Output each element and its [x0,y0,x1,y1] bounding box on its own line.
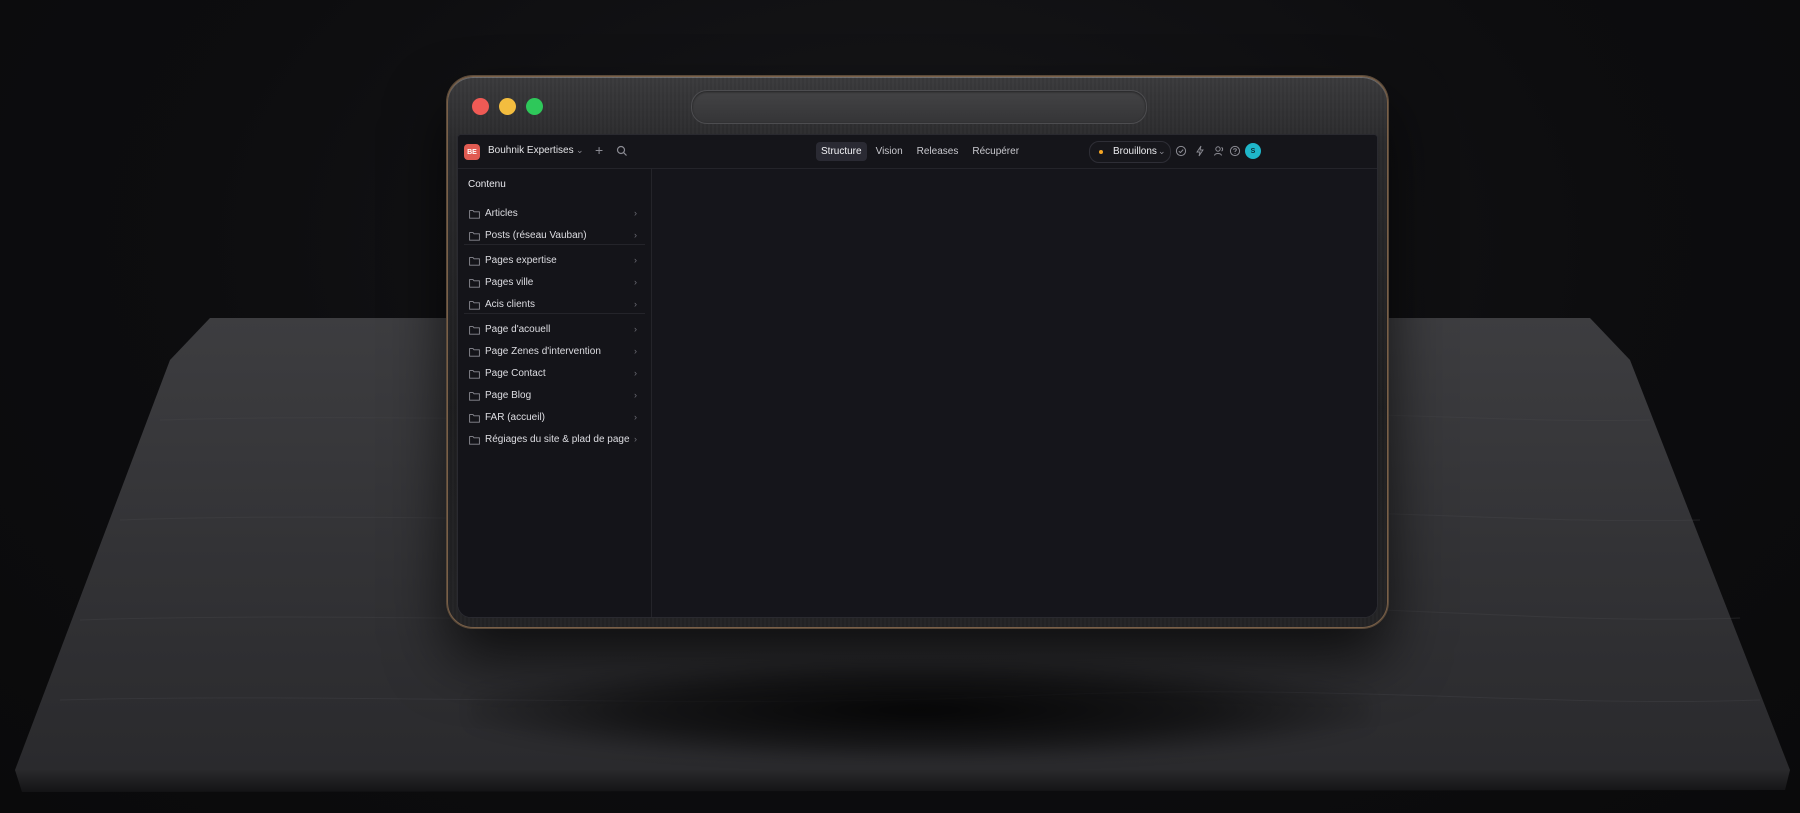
sidebar-item-label: Régiages du site & plad de page [485,434,630,445]
chevron-right-icon: › [634,208,637,218]
tab-structure[interactable]: Structure [816,142,867,161]
top-navigation: BE Bouhnik Expertises ⌄ + Structure Visi… [458,135,1377,169]
close-window-button[interactable] [472,98,489,115]
draft-status-dot [1099,150,1103,154]
sidebar-title: Contenu [468,179,506,190]
maximize-window-button[interactable] [526,98,543,115]
check-circle-icon[interactable] [1175,145,1187,157]
sidebar-item[interactable]: Page Contact › [464,363,645,385]
sidebar-item-label: Acis clients [485,299,536,310]
sidebar-item-label: Articles [485,208,518,219]
sidebar-item[interactable]: Pages ville › [464,272,645,294]
drafts-label: Brouillons [1113,146,1157,157]
sidebar-item[interactable]: Articles › [464,203,645,225]
lightning-icon[interactable] [1194,145,1206,157]
sidebar-item-label: Posts (réseau Vauban) [485,230,587,241]
folder-icon [469,370,480,379]
device-shadow [470,660,1370,760]
chevron-right-icon: › [634,277,637,287]
sidebar-item[interactable]: FAR (accueil) › [464,407,645,429]
folder-icon [469,348,480,357]
sidebar-item[interactable]: Régiages du site & plad de page › [464,429,645,451]
sidebar-item-label: Page Contact [485,368,546,379]
drafts-selector[interactable]: Brouillons ⌄ [1089,141,1171,163]
sidebar-item-label: Page d'acouell [485,324,551,335]
chevron-right-icon: › [634,412,637,422]
plus-icon[interactable]: + [595,142,603,158]
chevron-right-icon: › [634,368,637,378]
sidebar-item-label: Page Blog [485,390,532,401]
sidebar-item[interactable]: Page Zenes d'intervention › [464,341,645,363]
sidebar-item-label: Page Zenes d'intervention [485,346,601,357]
folder-icon [469,210,480,219]
chevron-right-icon: › [634,390,637,400]
chevron-down-icon: ⌄ [1158,146,1166,156]
help-icon[interactable] [1229,145,1241,157]
sidebar-item[interactable]: Page Blog › [464,385,645,407]
project-logo[interactable]: BE [464,144,480,160]
sidebar-item-label: Pages expertise [485,255,557,266]
avatar[interactable]: S [1245,143,1261,159]
folder-icon [469,301,480,310]
content-sidebar: Contenu Articles › Posts (réseau Vauban) › P… [458,169,652,617]
sidebar-item[interactable]: Pages expertise › [464,250,645,272]
chevron-right-icon: › [634,255,637,265]
minimize-window-button[interactable] [499,98,516,115]
tab-recuperer[interactable]: Récupérer [967,142,1024,161]
main-content-pane [652,169,1377,617]
sidebar-divider [464,313,645,314]
folder-icon [469,326,480,335]
chevron-right-icon: › [634,324,637,334]
sidebar-item-label: FAR (accueil) [485,412,546,423]
chevron-right-icon: › [634,346,637,356]
users-icon[interactable] [1213,145,1225,157]
chevron-down-icon[interactable]: ⌄ [576,145,584,156]
chevron-right-icon: › [634,299,637,309]
main-tabs: Structure Vision Releases Récupérer [816,142,1024,161]
search-icon[interactable] [616,145,628,157]
sidebar-divider [464,244,645,245]
folder-icon [469,436,480,445]
sidebar-item-label: Pages ville [485,277,534,288]
folder-icon [469,257,480,266]
folder-icon [469,279,480,288]
chevron-right-icon: › [634,434,637,444]
folder-icon [469,414,480,423]
folder-icon [469,392,480,401]
tab-releases[interactable]: Releases [912,142,964,161]
tab-vision[interactable]: Vision [871,142,908,161]
sidebar-item[interactable]: Page d'acouell › [464,319,645,341]
chevron-right-icon: › [634,230,637,240]
device-frame: BE Bouhnik Expertises ⌄ + Structure Visi… [447,76,1388,628]
address-bar[interactable] [691,90,1147,124]
folder-icon [469,232,480,241]
scene-background: BE Bouhnik Expertises ⌄ + Structure Visi… [0,0,1800,813]
app-screen: BE Bouhnik Expertises ⌄ + Structure Visi… [457,134,1378,618]
project-name[interactable]: Bouhnik Expertises [488,145,574,156]
